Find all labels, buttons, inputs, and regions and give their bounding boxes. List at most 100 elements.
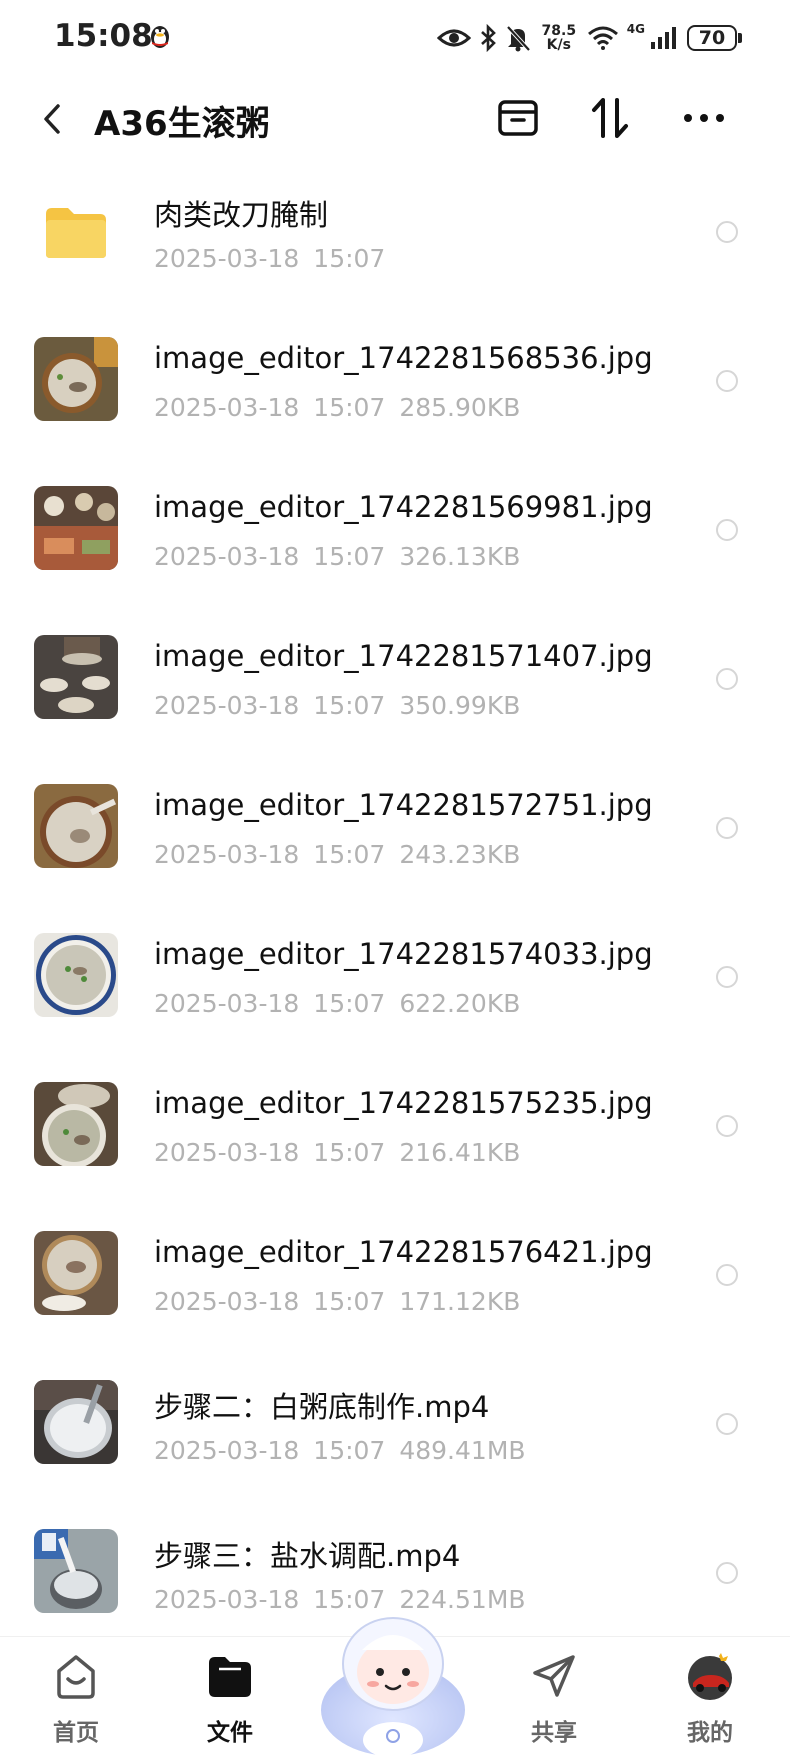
folder-item[interactable]: 肉类改刀腌制 2025-03-18 15:07 — [0, 164, 790, 313]
image-thumbnail — [34, 635, 118, 719]
wifi-icon — [587, 26, 618, 50]
image-thumbnail — [34, 784, 118, 868]
file-name: 步骤三：盐水调配.mp4 — [154, 1539, 461, 1573]
tab-home[interactable]: 首页 — [16, 1637, 136, 1757]
file-item[interactable]: image_editor_1742281576421.jpg 2025-03-1… — [0, 1207, 790, 1356]
select-radio[interactable] — [716, 221, 738, 243]
file-time: 15:07 — [313, 1436, 386, 1465]
file-time: 15:07 — [313, 989, 386, 1018]
file-time: 15:07 — [313, 393, 386, 422]
select-radio[interactable] — [716, 1264, 738, 1286]
tab-label: 共享 — [531, 1720, 577, 1746]
file-date: 2025-03-18 — [154, 542, 300, 571]
image-thumbnail — [34, 1082, 118, 1166]
file-name: 步骤二：白粥底制作.mp4 — [154, 1390, 490, 1424]
select-radio[interactable] — [716, 668, 738, 690]
file-time: 15:07 — [313, 244, 386, 273]
tab-label: 我的 — [687, 1720, 733, 1746]
net-speed: 78.5 K/s — [539, 24, 579, 52]
select-radio[interactable] — [716, 817, 738, 839]
select-radio[interactable] — [716, 966, 738, 988]
network-type: 4G — [626, 22, 645, 36]
file-meta: 2025-03-18 15:07 171.12KB — [154, 1287, 520, 1316]
file-meta: 2025-03-18 15:07 243.23KB — [154, 840, 520, 869]
back-icon[interactable] — [38, 100, 68, 138]
file-date: 2025-03-18 — [154, 691, 300, 720]
page-title: A36生滚粥 — [94, 104, 270, 144]
tab-files[interactable]: 文件 — [170, 1637, 290, 1757]
file-meta: 2025-03-18 15:07 285.90KB — [154, 393, 520, 422]
share-icon — [533, 1655, 575, 1697]
tab-label: 文件 — [207, 1720, 253, 1746]
file-time: 15:07 — [313, 840, 386, 869]
file-date: 2025-03-18 — [154, 1436, 300, 1465]
status-icons: 78.5 K/s 4G 70 — [436, 18, 742, 58]
status-time: 15:08 — [54, 18, 153, 54]
file-meta: 2025-03-18 15:07 489.41MB — [154, 1436, 526, 1465]
video-thumbnail — [34, 1529, 118, 1613]
tab-me[interactable]: 我的 — [650, 1637, 770, 1757]
bell-muted-icon — [506, 25, 531, 52]
avatar-icon — [688, 1653, 732, 1700]
more-icon[interactable] — [680, 94, 728, 142]
file-name: image_editor_1742281576421.jpg — [154, 1235, 653, 1269]
tab-share[interactable]: 共享 — [494, 1637, 614, 1757]
image-thumbnail — [34, 486, 118, 570]
signal-icon — [651, 27, 676, 49]
file-size: 622.20KB — [399, 989, 521, 1018]
file-item[interactable]: image_editor_1742281575235.jpg 2025-03-1… — [0, 1058, 790, 1207]
bluetooth-icon — [480, 24, 496, 52]
file-item[interactable]: image_editor_1742281569981.jpg 2025-03-1… — [0, 462, 790, 611]
file-date: 2025-03-18 — [154, 244, 300, 273]
file-time: 15:07 — [313, 1287, 386, 1316]
file-date: 2025-03-18 — [154, 840, 300, 869]
file-time: 15:07 — [313, 542, 386, 571]
image-thumbnail — [34, 337, 118, 421]
select-radio[interactable] — [716, 370, 738, 392]
archive-icon[interactable] — [494, 94, 542, 142]
mascot-assistant-button[interactable] — [318, 1590, 468, 1756]
sort-icon[interactable] — [586, 94, 634, 142]
file-meta: 2025-03-18 15:07 350.99KB — [154, 691, 520, 720]
file-date: 2025-03-18 — [154, 393, 300, 422]
file-name: 肉类改刀腌制 — [154, 198, 329, 232]
header: A36生滚粥 — [0, 74, 790, 164]
file-name: image_editor_1742281572751.jpg — [154, 788, 653, 822]
file-item[interactable]: image_editor_1742281571407.jpg 2025-03-1… — [0, 611, 790, 760]
net-speed-unit: K/s — [546, 37, 571, 53]
file-item[interactable]: image_editor_1742281572751.jpg 2025-03-1… — [0, 760, 790, 909]
file-size: 489.41MB — [399, 1436, 526, 1465]
battery-icon: 70 — [687, 25, 742, 51]
file-time: 15:07 — [313, 691, 386, 720]
file-size: 171.12KB — [399, 1287, 521, 1316]
image-thumbnail — [34, 933, 118, 1017]
file-meta: 2025-03-18 15:07 622.20KB — [154, 989, 520, 1018]
file-date: 2025-03-18 — [154, 989, 300, 1018]
select-radio[interactable] — [716, 1413, 738, 1435]
file-date: 2025-03-18 — [154, 1287, 300, 1316]
file-meta: 2025-03-18 15:07 216.41KB — [154, 1138, 520, 1167]
folder-icon — [209, 1657, 251, 1697]
file-size: 326.13KB — [399, 542, 521, 571]
file-size: 216.41KB — [399, 1138, 521, 1167]
file-name: image_editor_1742281571407.jpg — [154, 639, 653, 673]
file-meta: 2025-03-18 15:07 — [154, 244, 385, 273]
file-date: 2025-03-18 — [154, 1585, 300, 1614]
file-time: 15:07 — [313, 1138, 386, 1167]
file-item[interactable]: image_editor_1742281574033.jpg 2025-03-1… — [0, 909, 790, 1058]
home-icon — [57, 1655, 95, 1699]
select-radio[interactable] — [716, 519, 738, 541]
select-radio[interactable] — [716, 1115, 738, 1137]
select-radio[interactable] — [716, 1562, 738, 1584]
file-size: 243.23KB — [399, 840, 521, 869]
file-name: image_editor_1742281574033.jpg — [154, 937, 653, 971]
file-item[interactable]: image_editor_1742281568536.jpg 2025-03-1… — [0, 313, 790, 462]
file-name: image_editor_1742281575235.jpg — [154, 1086, 653, 1120]
file-item[interactable]: 步骤二：白粥底制作.mp4 2025-03-18 15:07 489.41MB — [0, 1356, 790, 1505]
net-speed-value: 78.5 — [541, 23, 577, 39]
file-size: 350.99KB — [399, 691, 521, 720]
file-list: 肉类改刀腌制 2025-03-18 15:07 image_editor_1742… — [0, 164, 790, 1654]
status-bar: 15:08 78.5 K/s 4G 70 — [0, 0, 790, 74]
file-size: 285.90KB — [399, 393, 521, 422]
qq-penguin-icon — [151, 26, 169, 48]
